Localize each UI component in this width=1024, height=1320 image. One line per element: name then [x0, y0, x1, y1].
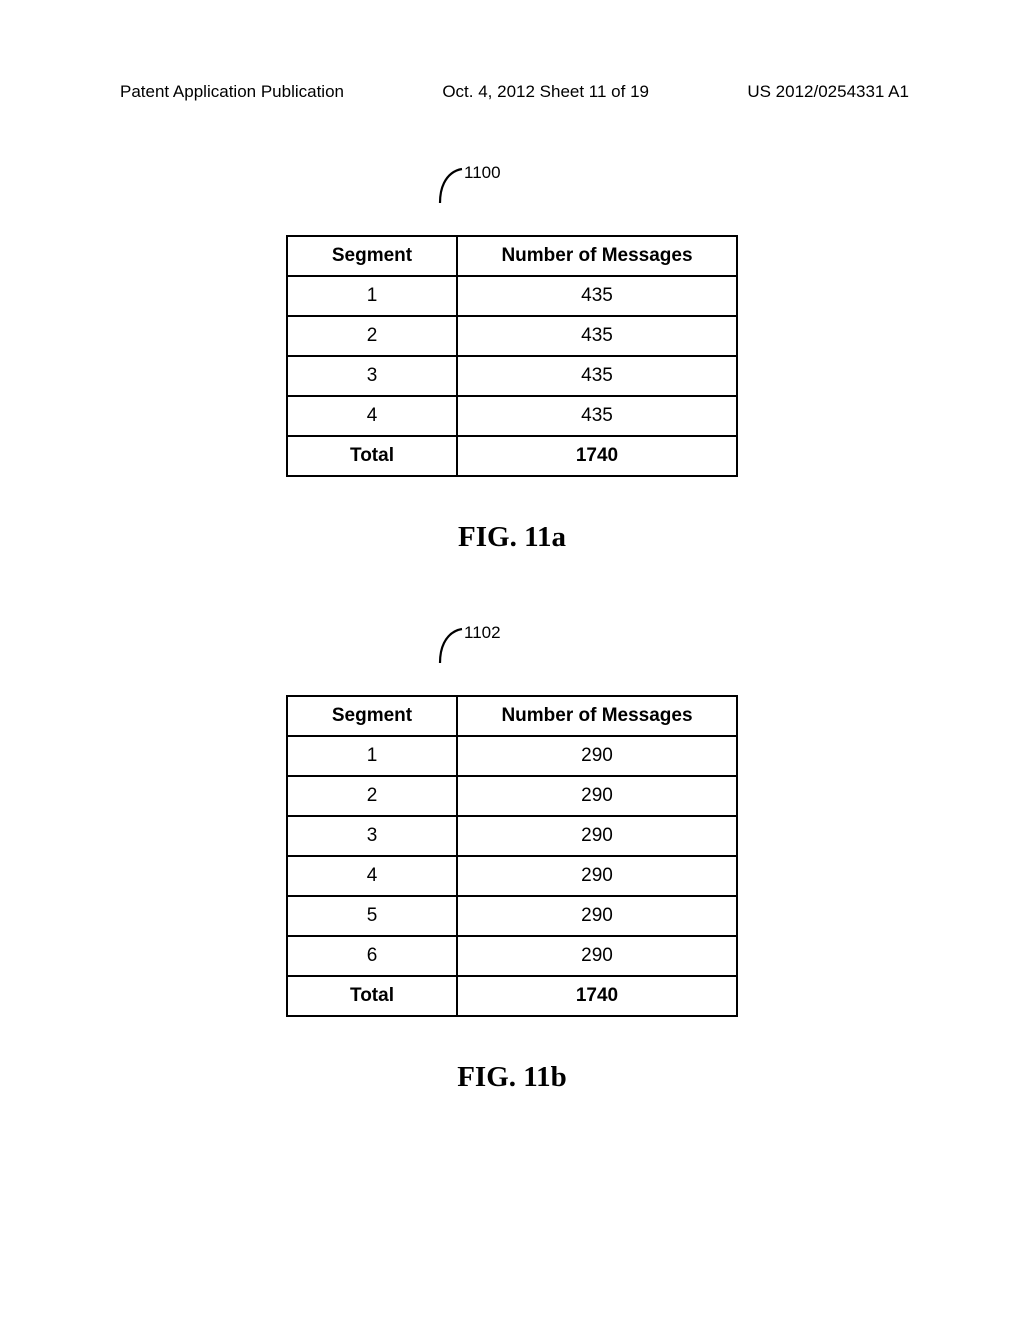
cell-segment: 2	[287, 776, 457, 816]
table-header-row: Segment Number of Messages	[287, 696, 737, 736]
figure-11a-block: 1100 Segment Number of Messages 1 435 2 …	[0, 165, 1024, 554]
table-row: 2 435	[287, 316, 737, 356]
cell-segment: 1	[287, 736, 457, 776]
table-header-segment: Segment	[287, 236, 457, 276]
header-publication-type: Patent Application Publication	[120, 82, 344, 102]
table-row: 3 435	[287, 356, 737, 396]
table-11a: Segment Number of Messages 1 435 2 435 3…	[286, 235, 738, 477]
cell-messages: 290	[457, 856, 737, 896]
reference-label-1100: 1100	[0, 165, 1024, 225]
cell-messages: 435	[457, 396, 737, 436]
cell-messages: 290	[457, 736, 737, 776]
figure-caption-11a: FIG. 11a	[458, 521, 566, 554]
table-row: 1 290	[287, 736, 737, 776]
cell-segment: 3	[287, 816, 457, 856]
cell-messages: 290	[457, 816, 737, 856]
table-row: 5 290	[287, 896, 737, 936]
page-header: Patent Application Publication Oct. 4, 2…	[0, 82, 1024, 102]
cell-segment: 4	[287, 396, 457, 436]
table-total-row: Total 1740	[287, 436, 737, 476]
leader-line-icon	[434, 625, 466, 667]
header-date-sheet: Oct. 4, 2012 Sheet 11 of 19	[442, 82, 649, 102]
cell-messages: 290	[457, 936, 737, 976]
cell-segment: 1	[287, 276, 457, 316]
header-publication-number: US 2012/0254331 A1	[747, 82, 909, 102]
table-row: 4 290	[287, 856, 737, 896]
table-header-messages: Number of Messages	[457, 236, 737, 276]
table-header-segment: Segment	[287, 696, 457, 736]
cell-messages: 290	[457, 896, 737, 936]
figure-caption-11b: FIG. 11b	[457, 1061, 567, 1094]
table-row: 2 290	[287, 776, 737, 816]
cell-total-label: Total	[287, 976, 457, 1016]
cell-segment: 6	[287, 936, 457, 976]
cell-segment: 2	[287, 316, 457, 356]
table-header-row: Segment Number of Messages	[287, 236, 737, 276]
cell-messages: 435	[457, 276, 737, 316]
table-total-row: Total 1740	[287, 976, 737, 1016]
table-11b: Segment Number of Messages 1 290 2 290 3…	[286, 695, 738, 1017]
table-row: 1 435	[287, 276, 737, 316]
cell-total-label: Total	[287, 436, 457, 476]
cell-total-value: 1740	[457, 976, 737, 1016]
figure-11b-block: 1102 Segment Number of Messages 1 290 2 …	[0, 625, 1024, 1094]
leader-line-icon	[434, 165, 466, 207]
table-row: 3 290	[287, 816, 737, 856]
cell-messages: 435	[457, 356, 737, 396]
cell-segment: 4	[287, 856, 457, 896]
cell-messages: 290	[457, 776, 737, 816]
reference-number: 1102	[464, 623, 501, 643]
cell-segment: 5	[287, 896, 457, 936]
cell-segment: 3	[287, 356, 457, 396]
reference-number: 1100	[464, 163, 501, 183]
table-row: 4 435	[287, 396, 737, 436]
cell-messages: 435	[457, 316, 737, 356]
cell-total-value: 1740	[457, 436, 737, 476]
reference-label-1102: 1102	[0, 625, 1024, 685]
table-header-messages: Number of Messages	[457, 696, 737, 736]
table-row: 6 290	[287, 936, 737, 976]
